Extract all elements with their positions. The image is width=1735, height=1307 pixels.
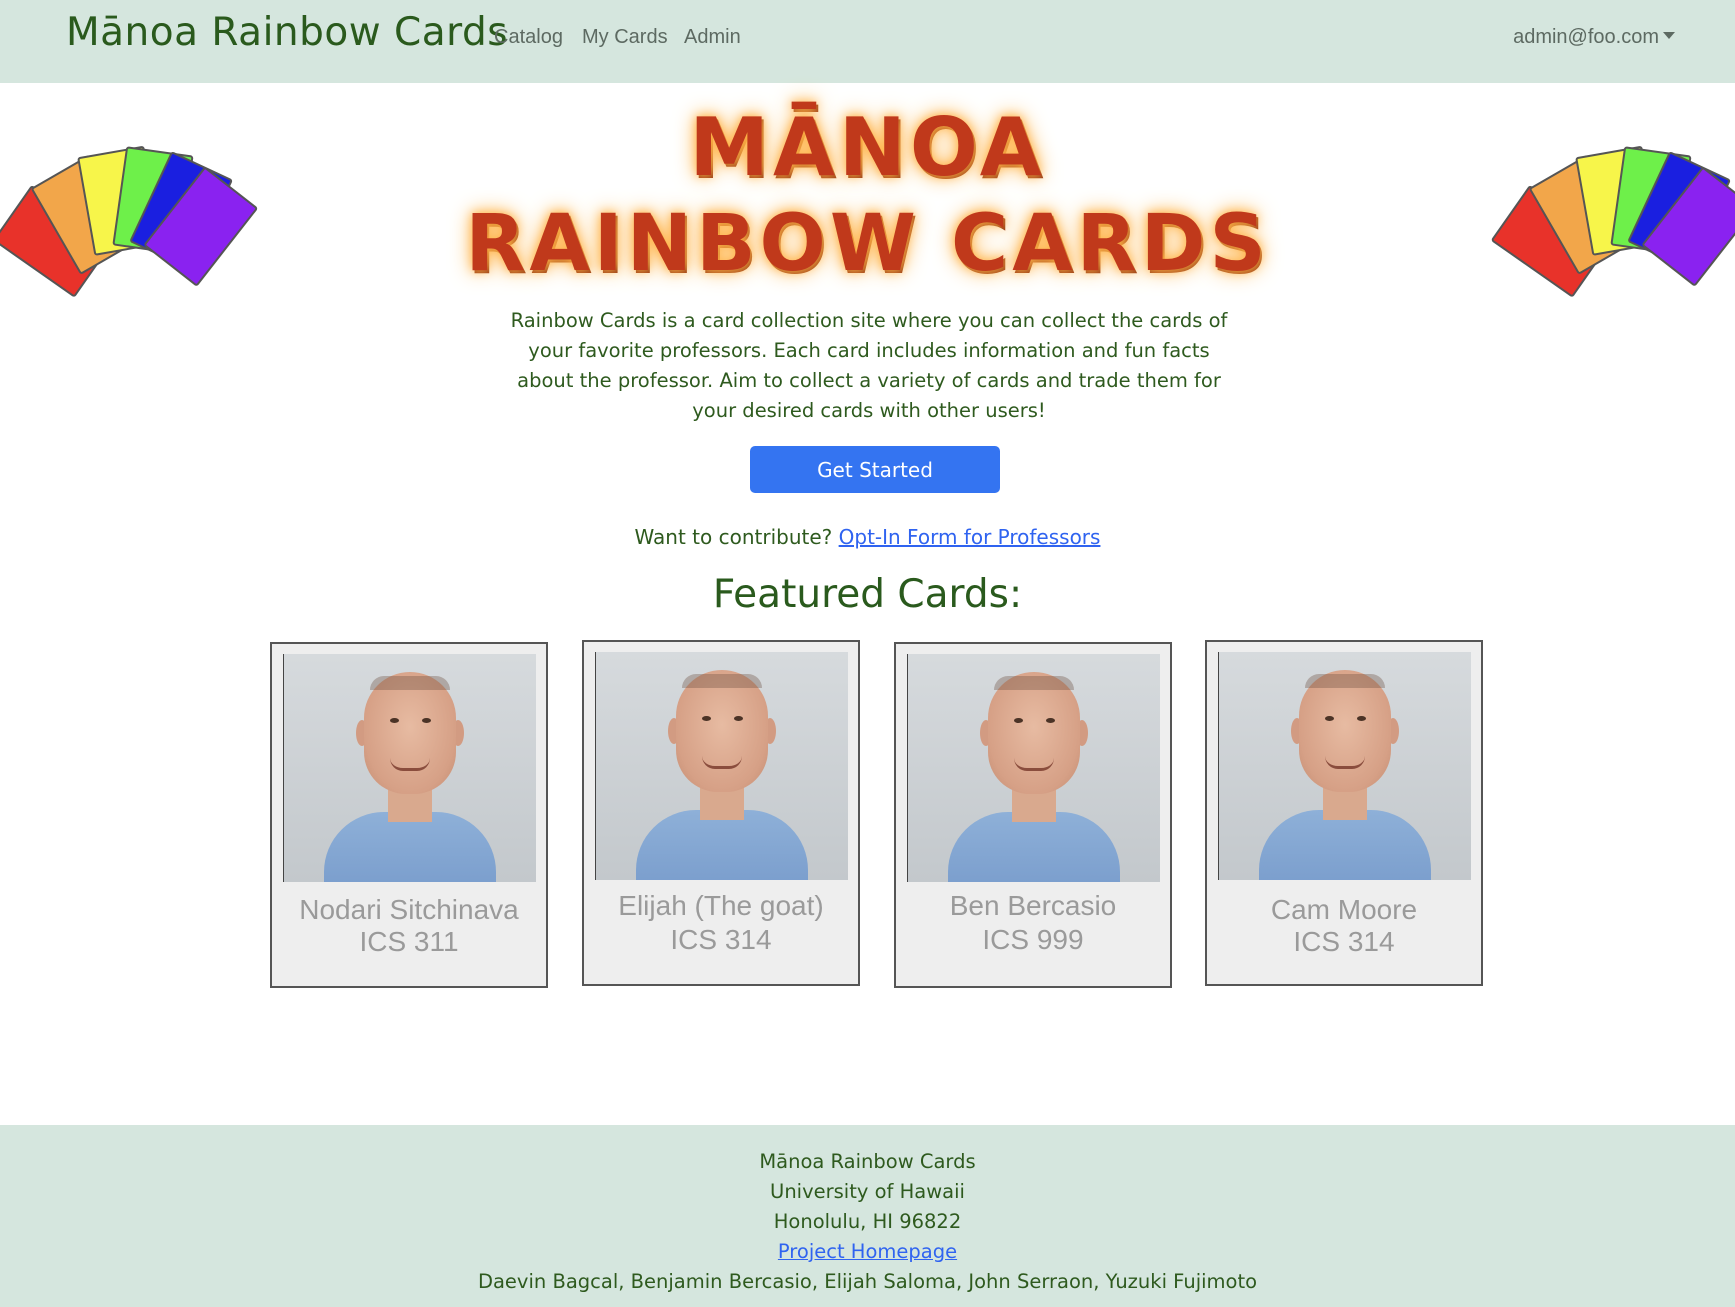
navbar: Mānoa Rainbow Cards Catalog My Cards Adm… [0, 0, 1735, 83]
get-started-button[interactable]: Get Started [750, 446, 1000, 493]
professor-course: ICS 314 [1293, 926, 1395, 957]
nav-admin[interactable]: Admin [684, 26, 741, 49]
professor-name: Cam Moore [1270, 894, 1418, 925]
professor-card[interactable]: Nodari Sitchinava ICS 311 [270, 642, 548, 988]
professor-name: Ben Bercasio [949, 890, 1117, 921]
nav-catalog[interactable]: Catalog [494, 26, 563, 49]
professor-card[interactable]: Elijah (The goat) ICS 314 [582, 640, 860, 986]
professor-photo [1218, 652, 1471, 880]
brand-link[interactable]: Mānoa Rainbow Cards [66, 10, 508, 55]
user-dropdown[interactable]: admin@foo.com [1513, 26, 1675, 49]
professor-photo [283, 654, 536, 882]
hero-title-line1: MĀNOA [689, 101, 1046, 194]
project-homepage-link[interactable]: Project Homepage [778, 1240, 957, 1263]
featured-cards-heading: Featured Cards: [712, 572, 1023, 617]
hero-title-line2: RAINBOW CARDS [465, 199, 1270, 289]
professor-card[interactable]: Cam Moore ICS 314 [1205, 640, 1483, 986]
footer: Mānoa Rainbow Cards University of Hawaii… [0, 1125, 1735, 1307]
contribute-prefix: Want to contribute? [634, 525, 833, 549]
professor-photo [595, 652, 848, 880]
footer-authors: Daevin Bagcal, Benjamin Bercasio, Elijah… [477, 1270, 1258, 1293]
nav-my-cards[interactable]: My Cards [582, 26, 668, 49]
professor-course: ICS 311 [359, 926, 459, 957]
user-email: admin@foo.com [1513, 26, 1659, 48]
footer-location: Honolulu, HI 96822 [773, 1210, 962, 1233]
caret-down-icon [1663, 32, 1675, 40]
opt-in-form-link[interactable]: Opt-In Form for Professors [839, 525, 1101, 549]
contribute-line: Want to contribute? Opt-In Form for Prof… [0, 525, 1735, 549]
professor-card[interactable]: Ben Bercasio ICS 999 [894, 642, 1172, 988]
intro-text: Rainbow Cards is a card collection site … [510, 309, 1228, 422]
footer-university: University of Hawaii [770, 1180, 965, 1203]
professor-photo [907, 654, 1160, 882]
professor-course: ICS 999 [982, 924, 1084, 955]
professor-course: ICS 314 [670, 924, 772, 955]
professor-name: Nodari Sitchinava [299, 894, 519, 925]
hero-title: MĀNOA RAINBOW CARDS [0, 100, 1735, 292]
footer-site-name: Mānoa Rainbow Cards [759, 1150, 976, 1173]
professor-name: Elijah (The goat) [618, 890, 824, 921]
